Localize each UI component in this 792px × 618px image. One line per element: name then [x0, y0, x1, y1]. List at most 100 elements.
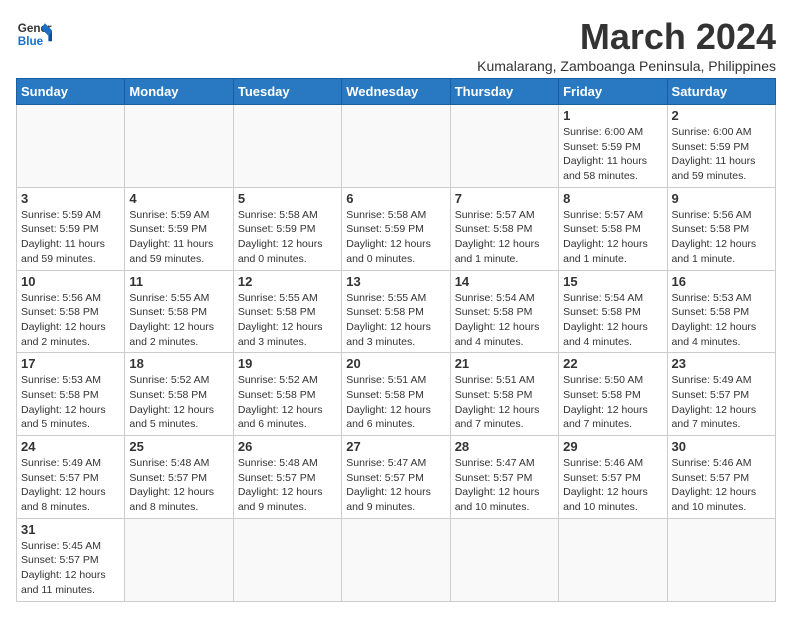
- day-number: 11: [129, 274, 228, 289]
- day-number: 2: [672, 108, 771, 123]
- day-info: Sunrise: 5:55 AM Sunset: 5:58 PM Dayligh…: [129, 291, 228, 350]
- day-info: Sunrise: 5:59 AM Sunset: 5:59 PM Dayligh…: [21, 208, 120, 267]
- calendar-cell: [342, 518, 450, 601]
- day-number: 10: [21, 274, 120, 289]
- day-number: 6: [346, 191, 445, 206]
- weekday-header-saturday: Saturday: [667, 79, 775, 105]
- calendar-cell: 25 Sunrise: 5:48 AM Sunset: 5:57 PM Dayli…: [125, 436, 233, 519]
- day-info: Sunrise: 5:45 AM Sunset: 5:57 PM Dayligh…: [21, 539, 120, 598]
- day-info: Sunrise: 5:47 AM Sunset: 5:57 PM Dayligh…: [455, 456, 554, 515]
- day-info: Sunrise: 5:52 AM Sunset: 5:58 PM Dayligh…: [238, 373, 337, 432]
- day-number: 20: [346, 356, 445, 371]
- calendar-cell: [233, 105, 341, 188]
- calendar-cell: [667, 518, 775, 601]
- title-area: March 2024 Kumalarang, Zamboanga Peninsu…: [477, 16, 776, 74]
- day-number: 5: [238, 191, 337, 206]
- day-info: Sunrise: 5:59 AM Sunset: 5:59 PM Dayligh…: [129, 208, 228, 267]
- calendar-cell: 22Sunrise: 5:50 AM Sunset: 5:58 PM Dayli…: [559, 353, 667, 436]
- calendar-cell: 24 Sunrise: 5:49 AM Sunset: 5:57 PM Dayli…: [17, 436, 125, 519]
- calendar-cell: 3Sunrise: 5:59 AM Sunset: 5:59 PM Daylig…: [17, 187, 125, 270]
- day-number: 18: [129, 356, 228, 371]
- calendar-cell: 2Sunrise: 6:00 AM Sunset: 5:59 PM Daylig…: [667, 105, 775, 188]
- calendar-cell: 28 Sunrise: 5:47 AM Sunset: 5:57 PM Dayli…: [450, 436, 558, 519]
- weekday-header-friday: Friday: [559, 79, 667, 105]
- calendar-cell: 1 Sunrise: 6:00 AM Sunset: 5:59 PM Daylig…: [559, 105, 667, 188]
- day-number: 28: [455, 439, 554, 454]
- calendar-week-row: 10Sunrise: 5:56 AM Sunset: 5:58 PM Dayli…: [17, 270, 776, 353]
- calendar-cell: [125, 105, 233, 188]
- weekday-header-wednesday: Wednesday: [342, 79, 450, 105]
- calendar-cell: [450, 105, 558, 188]
- calendar-cell: 5Sunrise: 5:58 AM Sunset: 5:59 PM Daylig…: [233, 187, 341, 270]
- day-info: Sunrise: 5:49 AM Sunset: 5:57 PM Dayligh…: [21, 456, 120, 515]
- day-number: 17: [21, 356, 120, 371]
- day-info: Sunrise: 5:56 AM Sunset: 5:58 PM Dayligh…: [672, 208, 771, 267]
- day-number: 13: [346, 274, 445, 289]
- calendar-cell: 19Sunrise: 5:52 AM Sunset: 5:58 PM Dayli…: [233, 353, 341, 436]
- day-number: 14: [455, 274, 554, 289]
- calendar-cell: 6 Sunrise: 5:58 AM Sunset: 5:59 PM Daylig…: [342, 187, 450, 270]
- day-number: 15: [563, 274, 662, 289]
- day-number: 26: [238, 439, 337, 454]
- day-number: 9: [672, 191, 771, 206]
- calendar-cell: 15 Sunrise: 5:54 AM Sunset: 5:58 PM Dayli…: [559, 270, 667, 353]
- day-info: Sunrise: 5:52 AM Sunset: 5:58 PM Dayligh…: [129, 373, 228, 432]
- day-number: 21: [455, 356, 554, 371]
- calendar-cell: 23Sunrise: 5:49 AM Sunset: 5:57 PM Dayli…: [667, 353, 775, 436]
- calendar-cell: 8 Sunrise: 5:57 AM Sunset: 5:58 PM Daylig…: [559, 187, 667, 270]
- calendar-cell: 11 Sunrise: 5:55 AM Sunset: 5:58 PM Dayli…: [125, 270, 233, 353]
- day-number: 27: [346, 439, 445, 454]
- day-info: Sunrise: 5:48 AM Sunset: 5:57 PM Dayligh…: [129, 456, 228, 515]
- calendar-cell: [450, 518, 558, 601]
- calendar-table: SundayMondayTuesdayWednesdayThursdayFrid…: [16, 78, 776, 602]
- logo: General Blue: [16, 16, 52, 52]
- day-info: Sunrise: 5:51 AM Sunset: 5:58 PM Dayligh…: [346, 373, 445, 432]
- calendar-cell: 20 Sunrise: 5:51 AM Sunset: 5:58 PM Dayli…: [342, 353, 450, 436]
- svg-text:Blue: Blue: [18, 35, 44, 48]
- calendar-cell: [17, 105, 125, 188]
- day-number: 1: [563, 108, 662, 123]
- calendar-cell: 27 Sunrise: 5:47 AM Sunset: 5:57 PM Dayli…: [342, 436, 450, 519]
- calendar-week-row: 1 Sunrise: 6:00 AM Sunset: 5:59 PM Daylig…: [17, 105, 776, 188]
- calendar-cell: 26Sunrise: 5:48 AM Sunset: 5:57 PM Dayli…: [233, 436, 341, 519]
- day-info: Sunrise: 5:53 AM Sunset: 5:58 PM Dayligh…: [672, 291, 771, 350]
- calendar-cell: 10Sunrise: 5:56 AM Sunset: 5:58 PM Dayli…: [17, 270, 125, 353]
- day-number: 7: [455, 191, 554, 206]
- calendar-week-row: 24 Sunrise: 5:49 AM Sunset: 5:57 PM Dayli…: [17, 436, 776, 519]
- calendar-cell: 14Sunrise: 5:54 AM Sunset: 5:58 PM Dayli…: [450, 270, 558, 353]
- calendar-cell: 21Sunrise: 5:51 AM Sunset: 5:58 PM Dayli…: [450, 353, 558, 436]
- calendar-cell: 16Sunrise: 5:53 AM Sunset: 5:58 PM Dayli…: [667, 270, 775, 353]
- day-info: Sunrise: 5:55 AM Sunset: 5:58 PM Dayligh…: [346, 291, 445, 350]
- calendar-cell: [233, 518, 341, 601]
- day-info: Sunrise: 5:47 AM Sunset: 5:57 PM Dayligh…: [346, 456, 445, 515]
- day-number: 25: [129, 439, 228, 454]
- calendar-cell: 7 Sunrise: 5:57 AM Sunset: 5:58 PM Daylig…: [450, 187, 558, 270]
- weekday-header-tuesday: Tuesday: [233, 79, 341, 105]
- calendar-cell: 30Sunrise: 5:46 AM Sunset: 5:57 PM Dayli…: [667, 436, 775, 519]
- day-info: Sunrise: 5:46 AM Sunset: 5:57 PM Dayligh…: [672, 456, 771, 515]
- calendar-week-row: 31Sunrise: 5:45 AM Sunset: 5:57 PM Dayli…: [17, 518, 776, 601]
- day-number: 8: [563, 191, 662, 206]
- calendar-week-row: 3Sunrise: 5:59 AM Sunset: 5:59 PM Daylig…: [17, 187, 776, 270]
- logo-icon: General Blue: [16, 16, 52, 52]
- day-number: 24: [21, 439, 120, 454]
- day-info: Sunrise: 5:57 AM Sunset: 5:58 PM Dayligh…: [455, 208, 554, 267]
- day-info: Sunrise: 5:57 AM Sunset: 5:58 PM Dayligh…: [563, 208, 662, 267]
- calendar-cell: 31Sunrise: 5:45 AM Sunset: 5:57 PM Dayli…: [17, 518, 125, 601]
- calendar-title: March 2024: [477, 16, 776, 58]
- day-number: 12: [238, 274, 337, 289]
- calendar-cell: [559, 518, 667, 601]
- page-header: General Blue March 2024 Kumalarang, Zamb…: [16, 16, 776, 74]
- weekday-header-sunday: Sunday: [17, 79, 125, 105]
- day-info: Sunrise: 6:00 AM Sunset: 5:59 PM Dayligh…: [563, 125, 662, 184]
- calendar-cell: [342, 105, 450, 188]
- day-info: Sunrise: 5:58 AM Sunset: 5:59 PM Dayligh…: [346, 208, 445, 267]
- calendar-cell: 4Sunrise: 5:59 AM Sunset: 5:59 PM Daylig…: [125, 187, 233, 270]
- calendar-cell: 29Sunrise: 5:46 AM Sunset: 5:57 PM Dayli…: [559, 436, 667, 519]
- calendar-cell: 18 Sunrise: 5:52 AM Sunset: 5:58 PM Dayli…: [125, 353, 233, 436]
- day-info: Sunrise: 5:53 AM Sunset: 5:58 PM Dayligh…: [21, 373, 120, 432]
- day-number: 22: [563, 356, 662, 371]
- day-info: Sunrise: 5:54 AM Sunset: 5:58 PM Dayligh…: [563, 291, 662, 350]
- day-info: Sunrise: 5:46 AM Sunset: 5:57 PM Dayligh…: [563, 456, 662, 515]
- weekday-header-row: SundayMondayTuesdayWednesdayThursdayFrid…: [17, 79, 776, 105]
